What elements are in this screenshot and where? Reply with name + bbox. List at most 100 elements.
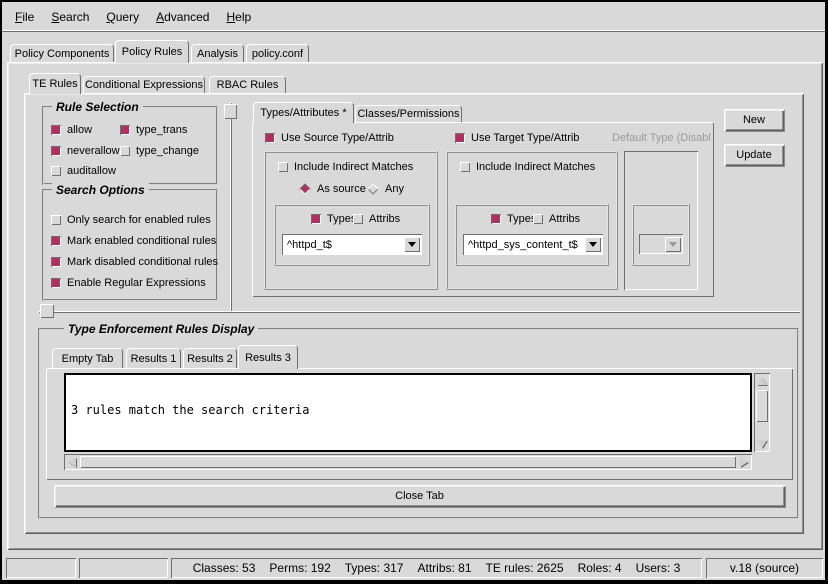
checkbox-allow[interactable]: allow bbox=[51, 124, 92, 136]
stat-perms: Perms: 192 bbox=[269, 561, 330, 575]
status-segment-left bbox=[6, 558, 76, 578]
checkbox-type-trans[interactable]: type_trans bbox=[120, 124, 187, 136]
arrow-down-icon bbox=[757, 440, 767, 448]
vertical-sash bbox=[230, 102, 232, 312]
tab-te-rules[interactable]: TE Rules bbox=[29, 73, 81, 94]
default-type-combobox bbox=[639, 234, 683, 254]
radio-as-source[interactable]: As source bbox=[299, 183, 366, 195]
rule-selection-title: Rule Selection bbox=[52, 100, 143, 114]
menu-help[interactable]: Help bbox=[226, 10, 251, 24]
checkbox-label: Types bbox=[327, 213, 356, 225]
radio-label: As source bbox=[317, 183, 366, 195]
menu-search[interactable]: Search bbox=[51, 10, 89, 24]
checkbox-use-target-type[interactable]: Use Target Type/Attrib bbox=[455, 132, 579, 144]
scroll-down-button[interactable] bbox=[754, 437, 770, 451]
tab-conditional-expressions[interactable]: Conditional Expressions bbox=[83, 76, 205, 93]
radio-any[interactable]: Any bbox=[367, 183, 404, 195]
status-segment-version: v.18 (source) bbox=[706, 558, 823, 578]
stat-attribs: Attribs: 81 bbox=[417, 561, 471, 575]
menu-file[interactable]: File bbox=[15, 10, 34, 24]
search-options-title: Search Options bbox=[52, 183, 149, 197]
checkbox-label: Enable Regular Expressions bbox=[67, 277, 206, 289]
tab-analysis[interactable]: Analysis bbox=[191, 44, 244, 62]
scroll-right-button[interactable] bbox=[737, 455, 751, 469]
checkbox-label: Mark disabled conditional rules bbox=[67, 256, 218, 268]
close-tab-button[interactable]: Close Tab bbox=[54, 485, 785, 507]
checkbox-label: Mark enabled conditional rules bbox=[67, 235, 216, 247]
checkbox-label: Attribs bbox=[549, 213, 580, 225]
chevron-down-icon bbox=[589, 242, 597, 247]
radio-indicator bbox=[367, 183, 378, 194]
checkbox-indicator bbox=[51, 215, 61, 225]
horizontal-sash-handle[interactable] bbox=[40, 304, 54, 318]
horizontal-scrollbar-thumb[interactable] bbox=[80, 456, 736, 468]
checkbox-indicator bbox=[491, 214, 501, 224]
checkbox-indicator bbox=[120, 125, 130, 135]
checkbox-indicator bbox=[265, 133, 275, 143]
tab-results-1[interactable]: Results 1 bbox=[126, 348, 181, 368]
stat-classes: Classes: 53 bbox=[193, 561, 256, 575]
checkbox-mark-enabled-conditional[interactable]: Mark enabled conditional rules bbox=[51, 235, 216, 247]
horizontal-scrollbar[interactable] bbox=[64, 454, 752, 470]
checkbox-label: neverallow bbox=[67, 145, 120, 157]
checkbox-target-attribs[interactable]: Attribs bbox=[533, 213, 580, 225]
menu-bar: File Search Query Advanced Help bbox=[2, 2, 825, 32]
menu-query[interactable]: Query bbox=[106, 10, 139, 24]
checkbox-source-attribs[interactable]: Attribs bbox=[353, 213, 400, 225]
tab-policy-components[interactable]: Policy Components bbox=[10, 44, 114, 62]
checkbox-use-source-type[interactable]: Use Source Type/Attrib bbox=[265, 132, 394, 144]
stat-roles: Roles: 4 bbox=[578, 561, 622, 575]
checkbox-indicator bbox=[460, 162, 470, 172]
source-type-combobox[interactable]: ^httpd_t$ bbox=[282, 234, 422, 255]
checkbox-mark-disabled-conditional[interactable]: Mark disabled conditional rules bbox=[51, 256, 218, 268]
checkbox-enable-regex[interactable]: Enable Regular Expressions bbox=[51, 277, 206, 289]
tab-policy-rules[interactable]: Policy Rules bbox=[115, 40, 189, 63]
arrow-left-icon bbox=[68, 457, 76, 467]
checkbox-label: auditallow bbox=[67, 165, 116, 177]
checkbox-target-types[interactable]: Types bbox=[491, 213, 536, 225]
checkbox-label: type_trans bbox=[136, 124, 187, 136]
stat-te-rules: TE rules: 2625 bbox=[486, 561, 564, 575]
checkbox-label: Only search for enabled rules bbox=[67, 214, 211, 226]
radio-label: Any bbox=[385, 183, 404, 195]
checkbox-indicator bbox=[51, 146, 61, 156]
checkbox-auditallow[interactable]: auditallow bbox=[51, 165, 116, 177]
new-button[interactable]: New bbox=[724, 109, 784, 131]
checkbox-neverallow[interactable]: neverallow bbox=[51, 145, 120, 157]
checkbox-source-types[interactable]: Types bbox=[311, 213, 356, 225]
arrow-right-icon bbox=[740, 457, 748, 467]
checkbox-indicator bbox=[120, 146, 130, 156]
scroll-left-button[interactable] bbox=[65, 455, 79, 469]
tab-rbac-rules[interactable]: RBAC Rules bbox=[209, 76, 286, 93]
scroll-up-button[interactable] bbox=[754, 374, 770, 388]
menu-advanced[interactable]: Advanced bbox=[156, 10, 209, 24]
checkbox-source-include-indirect[interactable]: Include Indirect Matches bbox=[278, 161, 413, 173]
target-type-combobox[interactable]: ^httpd_sys_content_t$ bbox=[463, 234, 603, 255]
checkbox-target-include-indirect[interactable]: Include Indirect Matches bbox=[460, 161, 595, 173]
combobox-value: ^httpd_t$ bbox=[283, 239, 404, 251]
checkbox-indicator bbox=[51, 236, 61, 246]
vertical-sash-handle[interactable] bbox=[224, 104, 237, 119]
combobox-dropdown-button[interactable] bbox=[585, 237, 601, 252]
tab-policy-conf[interactable]: policy.conf bbox=[246, 44, 309, 62]
radio-indicator bbox=[299, 183, 310, 194]
checkbox-only-enabled-rules[interactable]: Only search for enabled rules bbox=[51, 214, 211, 226]
tab-results-2[interactable]: Results 2 bbox=[183, 348, 237, 368]
tab-empty-tab[interactable]: Empty Tab bbox=[52, 348, 123, 368]
tab-results-3[interactable]: Results 3 bbox=[238, 345, 298, 369]
tab-types-attributes[interactable]: Types/Attributes * bbox=[253, 102, 354, 123]
tab-classes-permissions[interactable]: Classes/Permissions bbox=[355, 105, 462, 122]
stat-types: Types: 317 bbox=[345, 561, 404, 575]
combobox-dropdown-button[interactable] bbox=[404, 237, 420, 252]
vertical-scrollbar-thumb[interactable] bbox=[756, 390, 768, 422]
update-button[interactable]: Update bbox=[724, 144, 784, 166]
policy-version: v.18 (source) bbox=[730, 561, 799, 575]
default-type-label: Default Type (Disabled) bbox=[612, 132, 710, 146]
vertical-scrollbar[interactable] bbox=[754, 373, 770, 452]
status-segment-progress bbox=[79, 558, 168, 578]
results-summary: 3 rules match the search criteria bbox=[71, 404, 745, 417]
results-display-title: Type Enforcement Rules Display bbox=[64, 322, 258, 336]
checkbox-indicator bbox=[51, 257, 61, 267]
checkbox-label: allow bbox=[67, 124, 92, 136]
checkbox-type-change[interactable]: type_change bbox=[120, 145, 199, 157]
